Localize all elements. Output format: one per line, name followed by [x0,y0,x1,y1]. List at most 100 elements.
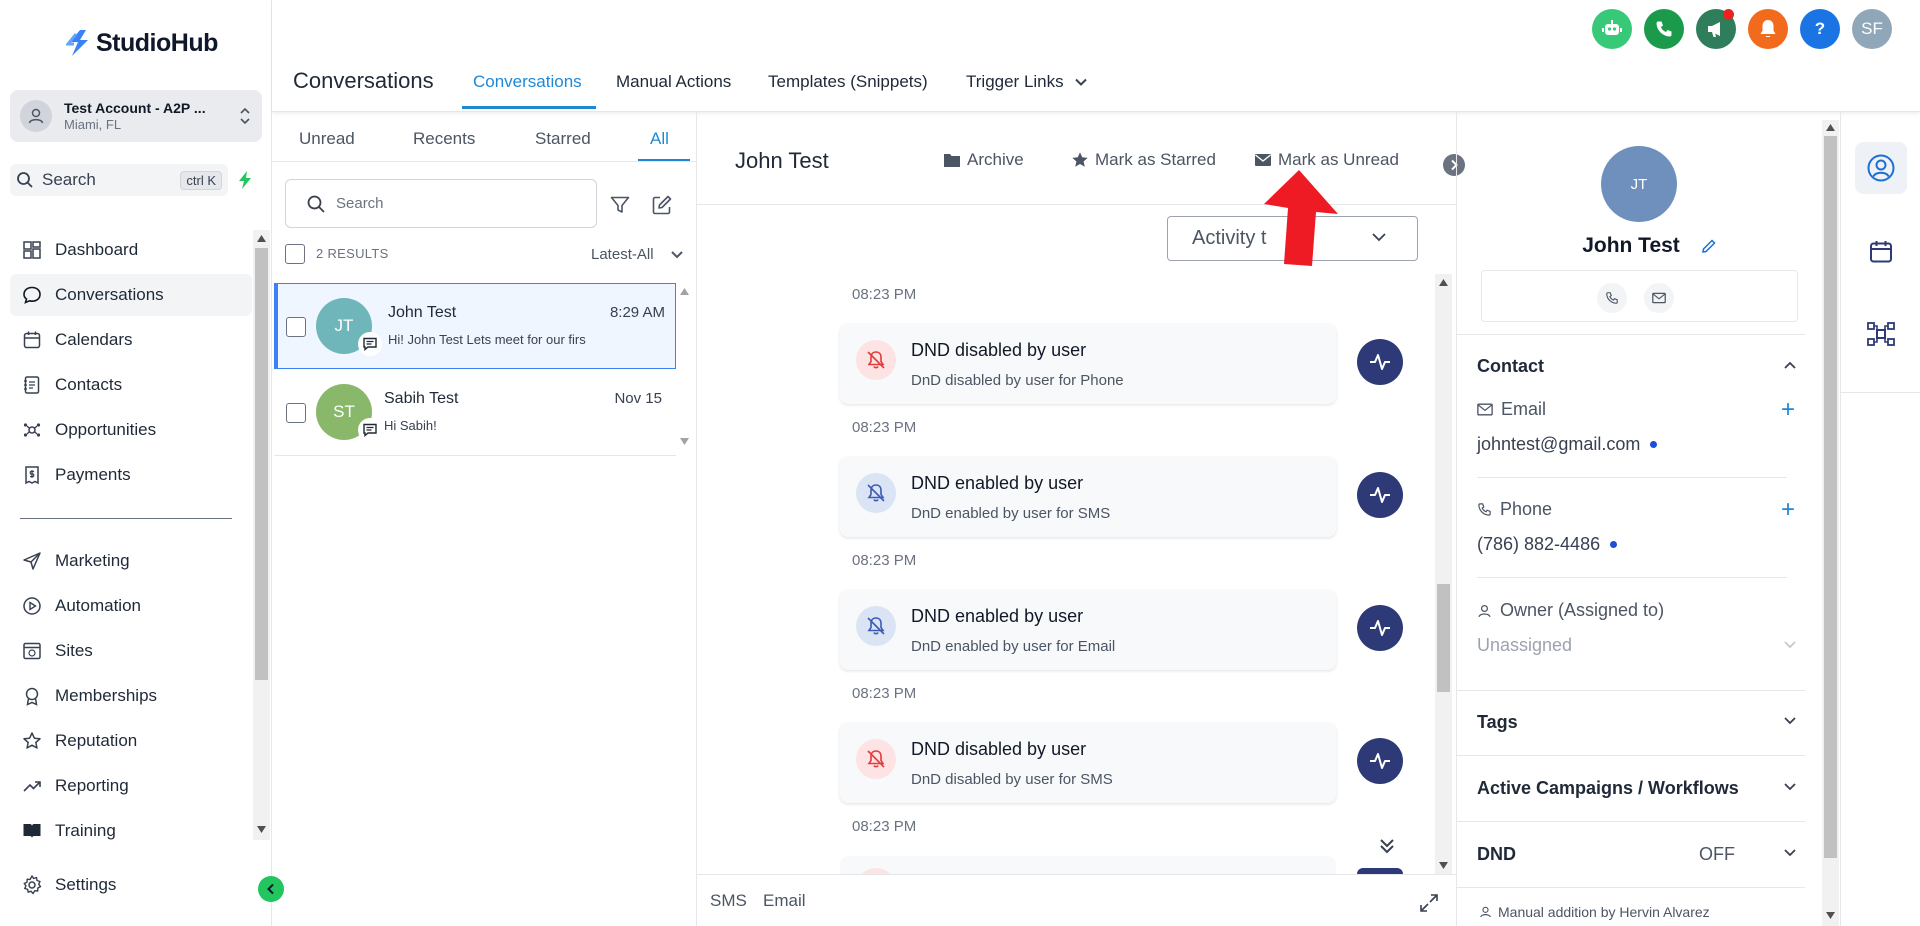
rail-calendar-button[interactable] [1855,226,1907,278]
scroll-to-bottom-icon[interactable] [1377,836,1397,856]
phone-icon [1656,21,1672,37]
chat-scroll-thumb[interactable] [1437,584,1450,692]
list-scrollbar[interactable] [677,284,693,452]
activity-detail: DnD enabled by user for Email [911,638,1116,655]
chevron-down-icon[interactable] [670,250,684,260]
user-circle-icon [1867,154,1895,182]
chevron-down-icon[interactable] [1783,848,1797,858]
account-switcher[interactable]: Test Account - A2P ... Miami, FL [10,90,262,142]
mark-unread-label: Mark as Unread [1278,150,1399,169]
sidebar-item-conversations[interactable]: Conversations [10,274,252,316]
archive-button[interactable]: Archive [943,150,1024,170]
chevron-up-down-icon [238,104,252,128]
conversation-search[interactable] [285,179,597,228]
email-contact-button[interactable] [1644,283,1674,313]
campaigns-section-title[interactable]: Active Campaigns / Workflows [1477,778,1739,799]
scroll-up-arrow-icon [680,288,689,295]
phone-button[interactable] [1644,9,1684,49]
conversation-checkbox[interactable] [286,403,306,423]
sidebar-item-automation[interactable]: Automation [10,585,252,627]
add-phone-button[interactable]: + [1781,498,1795,522]
chevron-up-icon[interactable] [1783,360,1797,370]
chevron-down-icon[interactable] [1783,640,1797,650]
sidebar-item-marketing[interactable]: Marketing [10,540,252,582]
user-avatar[interactable]: SF [1852,9,1892,49]
bot-button[interactable] [1592,9,1632,49]
compose-icon[interactable] [651,194,673,216]
select-all-checkbox[interactable] [285,244,305,264]
workflow-icon [1867,322,1895,346]
chevron-down-icon[interactable] [1783,716,1797,726]
expand-icon[interactable] [1419,893,1439,913]
logo-icon [66,28,92,58]
list-tab-all[interactable]: All [650,129,669,149]
bell-off-icon [856,606,896,646]
list-tab-unread[interactable]: Unread [299,129,355,149]
chevron-down-icon[interactable] [1783,782,1797,792]
rail-contact-button[interactable] [1855,142,1907,194]
sidebar-item-dashboard[interactable]: Dashboard [10,229,252,271]
rail-workflow-button[interactable] [1855,308,1907,360]
filter-icon[interactable] [609,194,631,216]
trend-up-icon [20,774,44,798]
sidebar-item-settings[interactable]: Settings [10,864,252,906]
owner-label: Owner (Assigned to) [1477,600,1664,621]
add-email-button[interactable]: + [1781,398,1795,422]
sidebar-item-training[interactable]: Training [10,810,252,852]
pencil-icon[interactable] [1701,238,1717,254]
sidebar-item-label: Contacts [55,375,123,394]
chat-scrollbar[interactable] [1435,274,1452,874]
call-contact-button[interactable] [1597,283,1627,313]
page-title: Conversations [293,68,434,93]
sidebar-item-payments[interactable]: Payments [10,454,252,496]
tab-templates[interactable]: Templates (Snippets) [768,72,928,92]
sidebar-item-label: Dashboard [55,240,139,259]
results-count: 2 RESULTS [316,246,389,261]
sidebar-item-memberships[interactable]: Memberships [10,675,252,717]
global-search[interactable]: Search ctrl K [10,164,228,196]
notifications-button[interactable] [1748,9,1788,49]
contact-scroll-thumb[interactable] [1824,136,1837,858]
list-tab-starred[interactable]: Starred [535,129,591,149]
payments-icon [20,463,44,487]
tags-section-title[interactable]: Tags [1477,712,1518,733]
app-logo[interactable]: StudioHub [66,28,218,58]
calendar-icon [20,328,44,352]
phone-value[interactable]: (786) 882-4486 [1477,534,1618,555]
dnd-section-title[interactable]: DND [1477,844,1516,865]
sidebar-item-reporting[interactable]: Reporting [10,765,252,807]
sidebar-scrollbar[interactable] [253,230,270,840]
sidebar-scroll-thumb[interactable] [255,248,268,680]
mark-starred-label: Mark as Starred [1095,150,1216,169]
sidebar-item-sites[interactable]: Sites [10,630,252,672]
owner-select[interactable]: Unassigned [1477,635,1572,656]
tab-manual-actions[interactable]: Manual Actions [616,72,731,92]
mark-unread-button[interactable]: Mark as Unread [1254,150,1399,170]
phone-label-text: Phone [1500,499,1553,519]
list-tab-recents[interactable]: Recents [413,129,475,149]
help-button[interactable]: ? [1800,9,1840,49]
tab-trigger-links[interactable]: Trigger Links [966,72,1088,92]
sidebar-item-reputation[interactable]: Reputation [10,720,252,762]
sidebar-item-opportunities[interactable]: Opportunities [10,409,252,451]
sidebar-item-calendars[interactable]: Calendars [10,319,252,361]
tab-conversations[interactable]: Conversations [473,72,582,92]
conversation-search-input[interactable] [336,195,576,212]
email-value[interactable]: johntest@gmail.com [1477,434,1658,455]
scroll-down-arrow-icon [1439,862,1448,869]
contact-section-title[interactable]: Contact [1477,356,1544,377]
conversation-item[interactable]: JT John Test 8:29 AM Hi! John Test Lets … [274,283,676,369]
conversation-checkbox[interactable] [286,317,306,337]
contact-scrollbar[interactable] [1822,120,1839,926]
composer-tab-email[interactable]: Email [763,891,806,911]
quick-action-bolt-icon[interactable] [236,170,254,190]
sidebar-item-label: Training [55,821,116,840]
star-icon [1072,152,1088,167]
sidebar-item-contacts[interactable]: Contacts [10,364,252,406]
mark-starred-button[interactable]: Mark as Starred [1071,150,1216,170]
composer-tab-sms[interactable]: SMS [710,891,747,911]
sort-dropdown[interactable]: Latest-All [591,246,654,263]
primary-indicator [1650,441,1658,448]
primary-indicator [1610,541,1618,548]
conversation-item[interactable]: ST Sabih Test Nov 15 Hi Sabih! [274,370,676,456]
